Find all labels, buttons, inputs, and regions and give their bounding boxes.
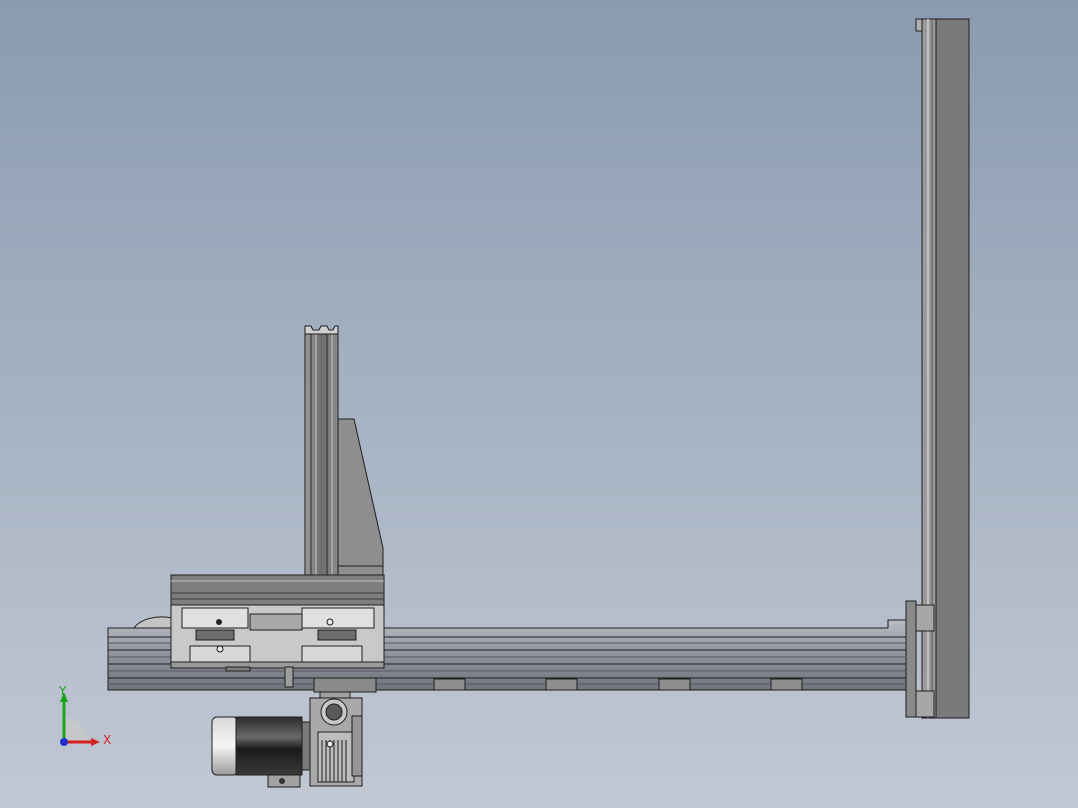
- z-axis-dot: [60, 738, 68, 746]
- support-gusset: [337, 418, 384, 577]
- z-axis-post[interactable]: [304, 325, 339, 577]
- servo-motor[interactable]: [211, 716, 311, 788]
- worm-gearbox[interactable]: [309, 697, 363, 787]
- cad-viewport[interactable]: Y X: [0, 0, 1078, 808]
- x-axis-label: X: [103, 733, 111, 747]
- gantry-assembly-model[interactable]: [0, 0, 1078, 808]
- triad-icon: Y X: [58, 684, 111, 747]
- y-axis-label: Y: [58, 684, 67, 698]
- coordinate-triad: Y X: [48, 684, 128, 754]
- rail-end-pulley: [133, 616, 173, 629]
- gearbox-mount-plate: [313, 677, 377, 701]
- carriage-top-plate[interactable]: [170, 574, 385, 606]
